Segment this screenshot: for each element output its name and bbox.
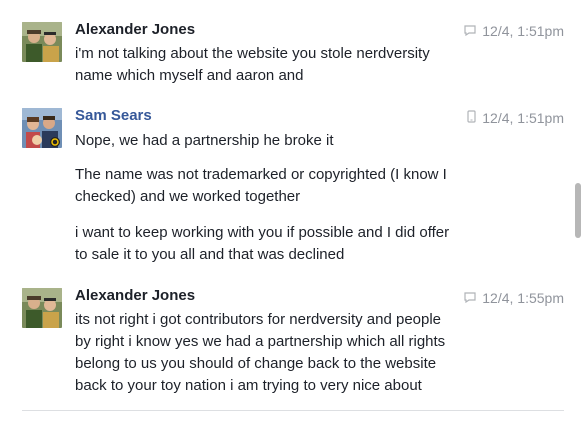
message-text: belong to us you should of change back t… <box>75 355 437 372</box>
timestamp: 12/4, 1:51pm <box>482 23 564 39</box>
message-text: back to your toy nation i am trying to v… <box>75 377 422 394</box>
divider <box>22 410 564 411</box>
timestamp: 12/4, 1:51pm <box>482 110 564 126</box>
timestamp: 12/4, 1:55pm <box>482 290 564 306</box>
message-text: Nope, we had a partnership he broke it <box>75 132 334 149</box>
scrollbar[interactable] <box>574 0 582 426</box>
chat-bubble-icon <box>464 22 476 40</box>
scrollbar-thumb[interactable] <box>575 183 581 238</box>
message-thread: Alexander Jones 12/4, 1:51pm i'm not tal… <box>0 0 576 426</box>
message-text: i want to keep working with you if possi… <box>75 224 450 241</box>
message-meta: 12/4, 1:51pm <box>464 22 564 40</box>
avatar[interactable] <box>22 288 62 328</box>
message-text: its not right i got contributors for ner… <box>75 311 442 328</box>
sender-name[interactable]: Sam Sears <box>75 107 152 125</box>
message-text: i'm not talking about the website you st… <box>75 45 430 62</box>
chat-bubble-icon <box>464 289 476 307</box>
sender-name[interactable]: Alexander Jones <box>75 287 195 305</box>
avatar[interactable] <box>22 22 62 62</box>
message-meta: 12/4, 1:55pm <box>464 289 564 307</box>
message-text: The name was not trademarked or copyrigh… <box>75 166 447 183</box>
message-meta: 12/4, 1:51pm <box>467 109 564 127</box>
sender-name[interactable]: Alexander Jones <box>75 21 195 39</box>
message-text: by right i know yes we had a partnership… <box>75 333 446 350</box>
message-text: name which myself and aaron and <box>75 67 304 84</box>
message-text: checked) and we worked together <box>75 188 301 205</box>
avatar[interactable] <box>22 108 62 148</box>
message-text: to sale it to you all and that was decli… <box>75 246 345 263</box>
mobile-phone-icon <box>467 109 476 127</box>
